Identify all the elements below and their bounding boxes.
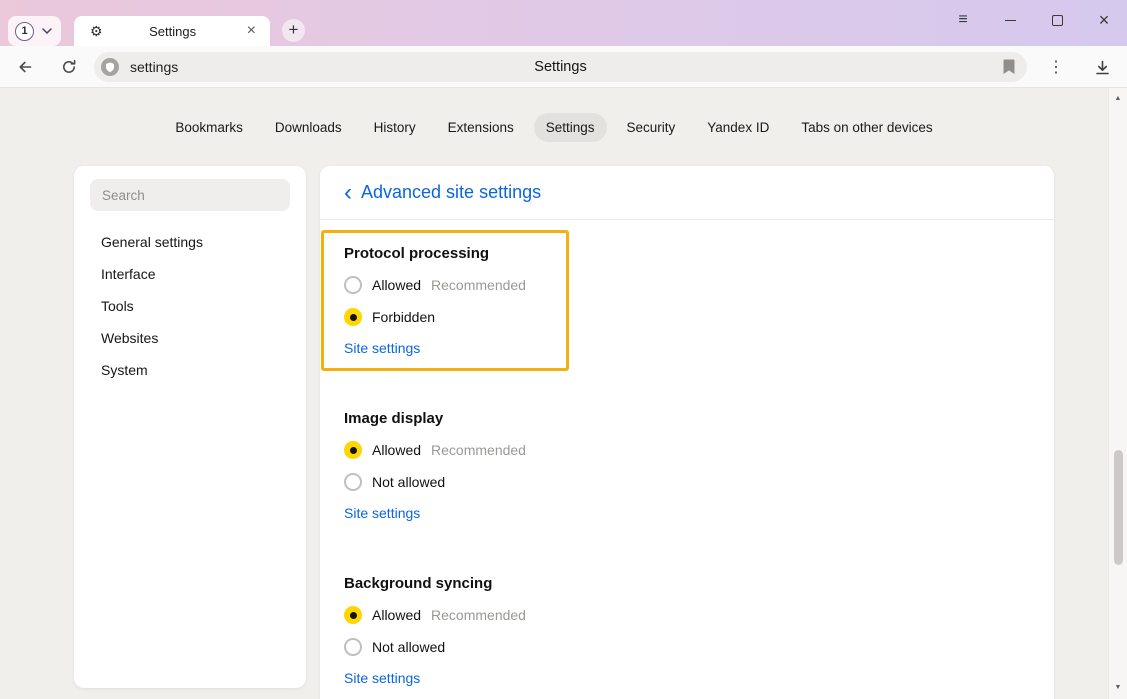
page-title: Settings bbox=[94, 52, 1027, 82]
advanced-site-settings-back[interactable]: ‹ Advanced site settings bbox=[320, 166, 1054, 220]
radio-icon[interactable] bbox=[344, 606, 362, 624]
section-protocol-processing: Protocol processing Allowed Recommended … bbox=[321, 230, 569, 371]
radio-option-allowed[interactable]: Allowed Recommended bbox=[344, 605, 566, 625]
tab-close-icon[interactable]: × bbox=[243, 22, 260, 40]
settings-gear-icon: ⚙ bbox=[90, 23, 103, 40]
toolbar-more-icon[interactable]: ⋮ bbox=[1043, 54, 1069, 80]
close-window-button[interactable]: × bbox=[1095, 9, 1113, 31]
radio-label: Allowed bbox=[372, 607, 421, 623]
section-title: Protocol processing bbox=[344, 245, 566, 262]
tab-count-badge[interactable]: 1 bbox=[15, 22, 34, 41]
tab-group-chevron-icon[interactable] bbox=[37, 21, 57, 41]
scrollbar-thumb[interactable] bbox=[1114, 450, 1123, 565]
radio-icon[interactable] bbox=[344, 638, 362, 656]
browser-tab-settings[interactable]: ⚙ Settings × bbox=[74, 16, 270, 46]
new-tab-button[interactable]: + bbox=[282, 19, 305, 42]
reload-button[interactable] bbox=[56, 54, 82, 80]
section-title: Background syncing bbox=[344, 575, 566, 592]
browser-window: 1 ⚙ Settings × + ≡ × setti bbox=[0, 0, 1127, 699]
settings-top-nav: Bookmarks Downloads History Extensions S… bbox=[0, 113, 1108, 142]
nav-security[interactable]: Security bbox=[615, 113, 688, 142]
back-chevron-icon[interactable]: ‹ bbox=[344, 184, 352, 202]
tab-strip: 1 ⚙ Settings × + ≡ × bbox=[0, 0, 1127, 46]
maximize-button[interactable] bbox=[1048, 9, 1066, 31]
nav-settings[interactable]: Settings bbox=[534, 113, 607, 142]
nav-history[interactable]: History bbox=[362, 113, 428, 142]
sidebar-list: General settings Interface Tools Website… bbox=[74, 226, 306, 386]
radio-option-allowed[interactable]: Allowed Recommended bbox=[344, 440, 566, 460]
nav-downloads[interactable]: Downloads bbox=[263, 113, 354, 142]
settings-sections: Protocol processing Allowed Recommended … bbox=[320, 220, 1054, 699]
radio-label: Not allowed bbox=[372, 474, 445, 490]
back-button[interactable] bbox=[12, 54, 38, 80]
window-controls: ≡ × bbox=[954, 6, 1113, 34]
radio-option-forbidden[interactable]: Forbidden bbox=[344, 307, 566, 327]
radio-icon[interactable] bbox=[344, 308, 362, 326]
radio-icon[interactable] bbox=[344, 441, 362, 459]
radio-note: Recommended bbox=[431, 277, 526, 293]
radio-label: Allowed bbox=[372, 442, 421, 458]
site-settings-link[interactable]: Site settings bbox=[344, 505, 420, 521]
sidebar-item-interface[interactable]: Interface bbox=[74, 258, 306, 290]
vertical-scrollbar[interactable]: ▲ ▼ bbox=[1108, 88, 1127, 699]
nav-bookmarks[interactable]: Bookmarks bbox=[163, 113, 255, 142]
nav-extensions[interactable]: Extensions bbox=[436, 113, 526, 142]
site-settings-link[interactable]: Site settings bbox=[344, 340, 420, 356]
radio-label: Forbidden bbox=[372, 309, 435, 325]
radio-note: Recommended bbox=[431, 607, 526, 623]
radio-option-not-allowed[interactable]: Not allowed bbox=[344, 637, 566, 657]
radio-option-not-allowed[interactable]: Not allowed bbox=[344, 472, 566, 492]
browser-menu-icon[interactable]: ≡ bbox=[954, 9, 972, 31]
section-image-display: Image display Allowed Recommended Not al… bbox=[321, 395, 569, 536]
tab-title: Settings bbox=[103, 24, 243, 39]
settings-main-panel: ‹ Advanced site settings Protocol proces… bbox=[320, 166, 1054, 699]
bookmark-icon[interactable] bbox=[1001, 58, 1019, 76]
downloads-icon[interactable] bbox=[1089, 54, 1115, 80]
nav-tabs-other-devices[interactable]: Tabs on other devices bbox=[789, 113, 944, 142]
sidebar-item-websites[interactable]: Websites bbox=[74, 322, 306, 354]
nav-yandex-id[interactable]: Yandex ID bbox=[695, 113, 781, 142]
browser-toolbar: settings Settings ⋮ bbox=[0, 46, 1127, 88]
radio-option-allowed[interactable]: Allowed Recommended bbox=[344, 275, 566, 295]
radio-label: Not allowed bbox=[372, 639, 445, 655]
section-page-title: Advanced site settings bbox=[361, 182, 541, 203]
scroll-up-icon[interactable]: ▲ bbox=[1109, 92, 1127, 106]
settings-sidebar: General settings Interface Tools Website… bbox=[74, 166, 306, 688]
radio-note: Recommended bbox=[431, 442, 526, 458]
site-settings-link[interactable]: Site settings bbox=[344, 670, 420, 686]
sidebar-item-general-settings[interactable]: General settings bbox=[74, 226, 306, 258]
radio-label: Allowed bbox=[372, 277, 421, 293]
section-title: Image display bbox=[344, 410, 566, 427]
search-input[interactable] bbox=[90, 179, 290, 211]
sidebar-item-tools[interactable]: Tools bbox=[74, 290, 306, 322]
sidebar-item-system[interactable]: System bbox=[74, 354, 306, 386]
tab-group-button[interactable]: 1 bbox=[8, 16, 61, 46]
address-bar[interactable]: settings Settings bbox=[94, 52, 1027, 82]
radio-icon[interactable] bbox=[344, 276, 362, 294]
radio-icon[interactable] bbox=[344, 473, 362, 491]
section-background-syncing: Background syncing Allowed Recommended N… bbox=[321, 560, 569, 699]
minimize-button[interactable] bbox=[1001, 9, 1019, 31]
scroll-down-icon[interactable]: ▼ bbox=[1109, 681, 1127, 695]
